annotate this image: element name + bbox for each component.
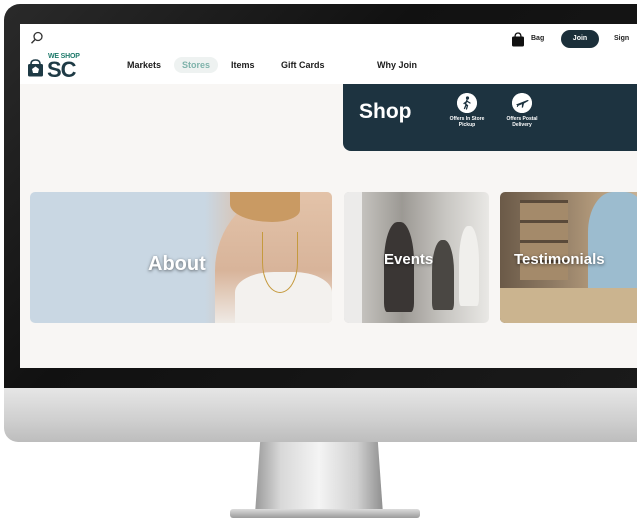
- walking-person-icon: [457, 93, 477, 113]
- feature-postal-delivery: Offers Postal Delivery: [494, 93, 550, 128]
- nav-item-why-join[interactable]: Why Join: [377, 60, 417, 70]
- nav-item-stores[interactable]: Stores: [174, 57, 218, 73]
- sign-in-link[interactable]: Sign: [614, 35, 629, 42]
- card-about-label: About: [148, 253, 206, 275]
- monitor-stand-base: [230, 509, 420, 518]
- events-photo-window: [344, 192, 362, 323]
- shop-banner: Shop Offers In Store Pickup Offers Posta…: [343, 84, 637, 151]
- nav-item-markets[interactable]: Markets: [127, 60, 161, 70]
- join-button[interactable]: Join: [561, 30, 599, 48]
- card-about[interactable]: About: [30, 192, 332, 323]
- feature-label-postal-line2: Delivery: [512, 122, 532, 128]
- testimonials-photo-person: [588, 192, 637, 292]
- events-photo-person-2: [432, 240, 454, 310]
- about-photo-necklace: [262, 232, 298, 293]
- events-photo-person-3: [459, 226, 479, 306]
- airplane-icon: [512, 93, 532, 113]
- card-events-label: Events: [384, 251, 434, 268]
- feature-label-pickup-line2: Pickup: [458, 122, 476, 128]
- search-icon[interactable]: [30, 31, 44, 45]
- monitor-stand: [255, 442, 383, 514]
- shopping-bag-icon[interactable]: [511, 32, 525, 47]
- site-logo[interactable]: WE SHOP SC: [27, 53, 83, 82]
- logo-bag-icon: [28, 59, 43, 77]
- shop-title: Shop: [359, 100, 412, 123]
- card-testimonials[interactable]: Testimonials: [500, 192, 637, 323]
- nav-item-gift-cards[interactable]: Gift Cards: [281, 60, 325, 70]
- card-testimonials-label: Testimonials: [514, 251, 605, 268]
- testimonials-photo-shelves: [520, 200, 568, 280]
- card-events[interactable]: Events: [344, 192, 489, 323]
- website-screen: WE SHOP SC Markets Stores Items Gift Car…: [20, 24, 637, 368]
- bag-label[interactable]: Bag: [531, 35, 544, 42]
- testimonials-photo-table: [500, 288, 637, 323]
- feature-in-store-pickup: Offers In Store Pickup: [439, 93, 495, 128]
- monitor-chin: [4, 388, 637, 442]
- site-header: WE SHOP SC Markets Stores Items Gift Car…: [20, 24, 637, 84]
- logo-wordmark: SC: [47, 57, 77, 82]
- nav-item-items[interactable]: Items: [231, 60, 255, 70]
